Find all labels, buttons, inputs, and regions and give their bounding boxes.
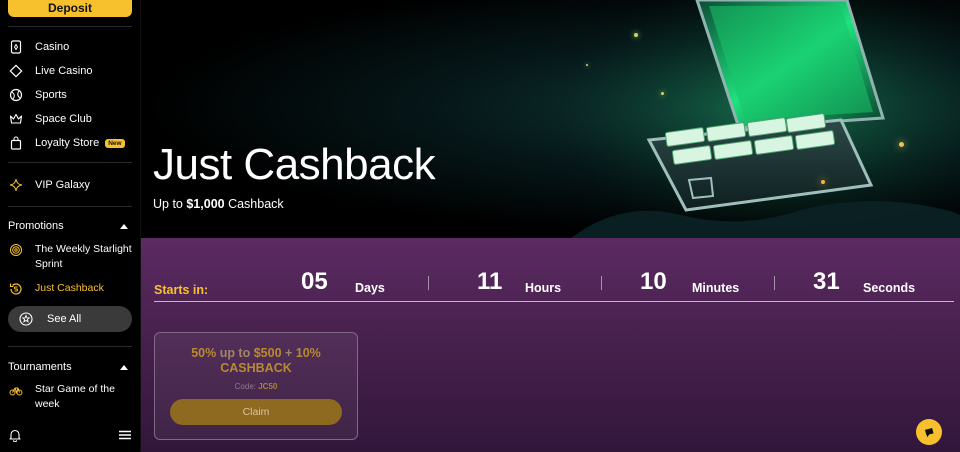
countdown-minutes: 10 xyxy=(640,268,667,295)
countdown-days-label: Days xyxy=(355,281,385,295)
divider xyxy=(8,162,132,163)
caret-up-icon xyxy=(120,223,128,229)
subtitle-prefix: Up to xyxy=(153,197,187,211)
sparkle xyxy=(821,180,825,184)
sparkle xyxy=(586,64,588,66)
sidebar-item-label: Sports xyxy=(35,89,67,101)
hero-subtitle: Up to $1,000 Cashback xyxy=(153,197,284,211)
sidebar-bottom-bar xyxy=(8,428,132,447)
sparkle-star-icon xyxy=(8,177,24,193)
sidebar-item-label: Casino xyxy=(35,41,70,53)
sidebar-item-label: The Weekly Starlight Sprint xyxy=(35,243,132,270)
divider xyxy=(8,206,132,207)
spiral-icon xyxy=(8,242,24,258)
sidebar-item-space-club[interactable]: Space Club xyxy=(8,110,92,128)
countdown-divider xyxy=(428,276,429,290)
promotions-section-header[interactable]: Promotions xyxy=(8,220,132,232)
subtitle-amount: $1,000 xyxy=(186,197,225,211)
countdown-days: 05 xyxy=(301,268,328,295)
chat-icon xyxy=(924,427,934,437)
sidebar-item-label: Space Club xyxy=(35,113,92,125)
offer-plus: + xyxy=(281,346,296,360)
deposit-button[interactable]: Deposit xyxy=(8,0,132,17)
star-circle-icon xyxy=(19,312,33,326)
page-title: Just Cashback xyxy=(153,140,436,189)
sparkle xyxy=(899,142,904,147)
sidebar: Deposit Casino Live Casino Sports Space … xyxy=(0,0,141,452)
bell-icon[interactable] xyxy=(8,428,22,447)
countdown-hours: 11 xyxy=(477,268,503,295)
offer-card: 50% up to $500 + 10% CASHBACK Code: JC50… xyxy=(154,332,358,440)
sidebar-item-star-game[interactable]: Star Game of the week xyxy=(8,382,136,412)
divider xyxy=(8,26,132,27)
countdown-hours-label: Hours xyxy=(525,281,562,295)
crown-icon xyxy=(8,111,24,127)
section-title: Tournaments xyxy=(8,361,72,373)
caret-up-icon xyxy=(120,364,128,370)
sidebar-item-live-casino[interactable]: Live Casino xyxy=(8,62,92,80)
countdown-seconds-label: Seconds xyxy=(863,281,916,295)
countdown-seconds: 31 xyxy=(813,268,840,295)
offer-upto: up to xyxy=(216,346,254,360)
offer-line2: CASHBACK xyxy=(220,361,292,375)
sidebar-item-label: VIP Galaxy xyxy=(35,179,90,191)
card-icon xyxy=(8,39,24,55)
sidebar-item-loyalty-store[interactable]: Loyalty Store New xyxy=(8,134,125,152)
bag-icon xyxy=(8,135,24,151)
promo-panel: Starts in: 05 Days 11 Hours 10 Minutes 3… xyxy=(141,238,960,452)
sidebar-item-label: Loyalty Store xyxy=(35,137,100,149)
sparkle xyxy=(661,92,664,95)
offer-amount: $500 xyxy=(253,346,282,360)
claim-button[interactable]: Claim xyxy=(170,399,342,425)
sidebar-item-label: Star Game of the week xyxy=(35,383,115,410)
sidebar-item-label: Just Cashback xyxy=(35,282,104,294)
sidebar-item-weekly-starlight-sprint[interactable]: The Weekly Starlight Sprint xyxy=(8,242,136,272)
see-all-button[interactable]: See All xyxy=(8,306,132,332)
cashback-icon xyxy=(8,281,24,297)
sidebar-item-casino[interactable]: Casino xyxy=(8,38,69,56)
sidebar-item-sports[interactable]: Sports xyxy=(8,86,67,104)
offer-percent: 50% xyxy=(191,346,217,360)
section-title: Promotions xyxy=(8,220,64,232)
chat-support-button[interactable] xyxy=(916,419,942,445)
see-all-label: See All xyxy=(47,313,82,325)
offer-code: Code: JC50 xyxy=(155,382,357,391)
sidebar-item-just-cashback[interactable]: Just Cashback xyxy=(8,281,136,297)
divider xyxy=(8,346,132,347)
sparkle xyxy=(634,33,638,37)
hero-banner: Just Cashback Up to $1,000 Cashback xyxy=(141,0,960,238)
new-badge: New xyxy=(105,138,125,148)
tournaments-section-header[interactable]: Tournaments xyxy=(8,361,132,373)
countdown-minutes-label: Minutes xyxy=(692,281,740,295)
code-label: Code: xyxy=(234,382,259,391)
ball-icon xyxy=(8,87,24,103)
hamburger-menu-icon[interactable] xyxy=(118,428,132,447)
subtitle-suffix: Cashback xyxy=(224,197,284,211)
offer-bonus: 10% xyxy=(295,346,321,360)
starts-in-label: Starts in: xyxy=(154,283,209,297)
sidebar-item-vip-galaxy[interactable]: VIP Galaxy xyxy=(8,176,90,194)
offer-title: 50% up to $500 + 10% CASHBACK xyxy=(155,346,357,376)
countdown-divider xyxy=(774,276,775,290)
code-value: JC50 xyxy=(258,382,278,391)
diamond-card-icon xyxy=(8,63,24,79)
countdown-divider xyxy=(601,276,602,290)
sidebar-item-label: Live Casino xyxy=(35,65,93,77)
bike-icon xyxy=(8,382,24,398)
